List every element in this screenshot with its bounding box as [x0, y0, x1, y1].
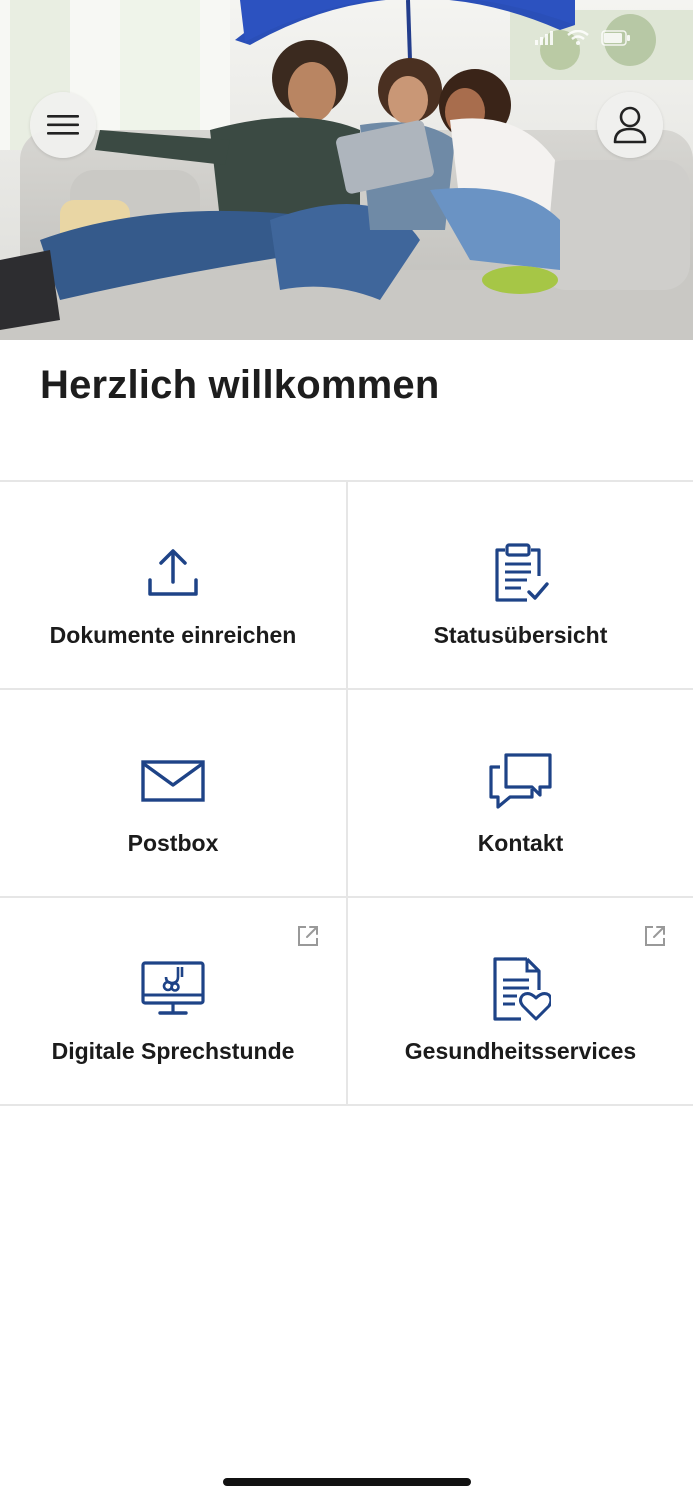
tile-gesundheitsservices[interactable]: Gesundheitsservices	[346, 898, 693, 1104]
welcome-title: Herzlich willkommen	[40, 363, 440, 407]
hamburger-menu-icon	[47, 115, 79, 135]
tile-postbox[interactable]: Postbox	[0, 690, 346, 896]
tile-label: Postbox	[127, 830, 219, 856]
tile-dokumente-einreichen[interactable]: Dokumente einreichen	[0, 482, 346, 688]
document-heart-icon	[492, 957, 551, 1021]
home-indicator[interactable]	[223, 1478, 471, 1486]
service-grid: Dokumente einreichen Statusübersicht Pos…	[0, 480, 693, 1106]
envelope-icon	[141, 760, 205, 802]
external-link-icon	[298, 926, 318, 946]
hero-image	[0, 0, 693, 340]
tile-digitale-sprechstunde[interactable]: Digitale Sprechstunde	[0, 898, 346, 1104]
menu-button[interactable]	[30, 92, 96, 158]
grid-row: Digitale Sprechstunde Gesundheitsservice…	[0, 898, 693, 1106]
person-icon	[613, 106, 647, 144]
tile-label: Statusübersicht	[433, 622, 608, 648]
clipboard-check-icon	[494, 543, 549, 602]
external-link-icon	[645, 926, 665, 946]
battery-icon	[601, 30, 630, 46]
tile-label: Digitale Sprechstunde	[51, 1038, 295, 1064]
grid-row: Postbox Kontakt	[0, 690, 693, 898]
tile-label: Dokumente einreichen	[49, 622, 297, 648]
upload-icon	[148, 549, 198, 596]
grid-row: Dokumente einreichen Statusübersicht	[0, 482, 693, 690]
family-photo	[0, 0, 693, 340]
wifi-icon	[567, 30, 589, 45]
tile-kontakt[interactable]: Kontakt	[346, 690, 693, 896]
tile-label: Kontakt	[477, 830, 564, 856]
signal-icon	[535, 31, 553, 45]
monitor-stethoscope-icon	[141, 961, 205, 1015]
tile-label: Gesundheitsservices	[404, 1038, 637, 1064]
status-bar	[535, 30, 631, 46]
profile-button[interactable]	[597, 92, 663, 158]
tile-statusuebersicht[interactable]: Statusübersicht	[346, 482, 693, 688]
chat-bubbles-icon	[488, 753, 552, 809]
